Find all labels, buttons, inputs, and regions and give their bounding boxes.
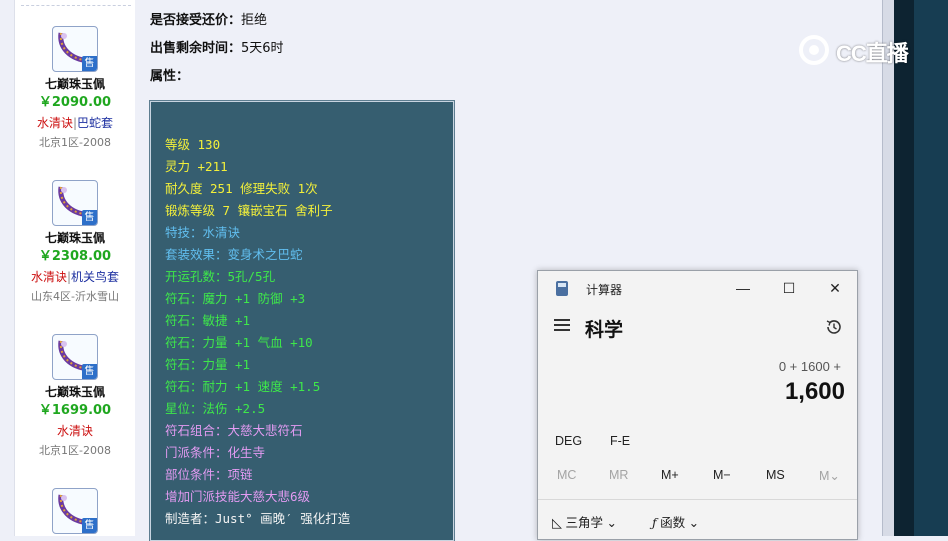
cc-logo-icon: [799, 35, 829, 65]
calculator-app-icon: [556, 281, 568, 296]
close-button[interactable]: ✕: [820, 277, 850, 299]
trigonometry-label: 三角学: [565, 516, 603, 530]
calculator-window[interactable]: 计算器 — ☐ ✕ 科学 0 + 1600 + 1,600 DEG F-E MC…: [537, 270, 858, 540]
calculator-title: 计算器: [586, 283, 623, 297]
minimize-button[interactable]: —: [728, 277, 758, 299]
item-price: ￥2308.00: [38, 249, 112, 264]
item-thumbnail[interactable]: 售: [52, 26, 98, 72]
calculator-mode: 科学: [585, 320, 624, 341]
item-listing-sidebar: 售 七巅珠玉佩 ￥2090.00 水清诀|巴蛇套 北京1区-2008 售 七巅珠…: [14, 0, 136, 536]
attribute-line: 灵力 +211: [165, 159, 228, 174]
triangle-ruler-icon: ◺: [552, 515, 562, 530]
attributes-heading: 属性：: [150, 65, 189, 84]
item-name[interactable]: 七巅珠玉佩: [15, 230, 135, 247]
attribute-line: 耐久度 251 修理失败 1次: [165, 181, 318, 196]
attribute-line: 符石：魔力 +1 防御 +3: [165, 291, 306, 306]
remaining-time-row: 出售剩余时间：5天6时: [150, 37, 284, 56]
attributes-label: 属性：: [150, 69, 190, 84]
attribute-line: 锻炼等级 7 镶嵌宝石 舍利子: [165, 203, 333, 218]
item-set-tag[interactable]: 机关鸟套: [71, 270, 119, 284]
memory-clear-button[interactable]: MC: [557, 468, 576, 482]
stream-side-panel: [914, 0, 948, 536]
divider: [21, 5, 131, 6]
attributes-box: 等级 130 灵力 +211 耐久度 251 修理失败 1次 锻炼等级 7 镶嵌…: [149, 100, 455, 541]
memory-subtract-button[interactable]: M−: [713, 468, 731, 482]
list-item[interactable]: 售 七巅珠玉佩 ￥1699.00 水清诀 北京1区-2008: [15, 334, 135, 461]
chevron-down-icon: ⌄: [688, 516, 700, 530]
attribute-line: 符石：耐力 +1 速度 +1.5: [165, 379, 321, 394]
trigonometry-dropdown[interactable]: ◺ 三角学 ⌄: [552, 512, 617, 531]
item-skill-tag[interactable]: 水清诀: [31, 270, 67, 284]
item-thumbnail[interactable]: 售: [52, 334, 98, 380]
sell-badge: 售: [82, 518, 97, 533]
maximize-button[interactable]: ☐: [774, 277, 804, 299]
attribute-line: 特技：水清诀: [165, 225, 241, 240]
bargain-value: 拒绝: [241, 13, 268, 28]
item-skill-tag[interactable]: 水清诀: [37, 116, 73, 130]
dark-border: [894, 0, 914, 536]
item-skill-tag[interactable]: 水清诀: [57, 424, 93, 438]
function-label: 函数: [660, 516, 686, 530]
memory-store-button[interactable]: MS: [766, 468, 785, 482]
attribute-line: 符石：敏捷 +1: [165, 313, 251, 328]
attribute-line: 等级 130: [165, 137, 221, 152]
item-thumbnail[interactable]: 售: [52, 180, 98, 226]
history-icon[interactable]: [824, 317, 844, 337]
divider: [538, 499, 857, 500]
item-tags: 水清诀|机关鸟套: [15, 267, 135, 287]
attribute-line: 符石组合：大慈大悲符石: [165, 423, 303, 438]
item-server: 北京1区-2008: [39, 444, 111, 457]
item-server: 北京1区-2008: [39, 136, 111, 149]
remaining-time-label: 出售剩余时间：: [150, 41, 242, 56]
item-tags: 水清诀|巴蛇套: [15, 113, 135, 133]
item-price: ￥2090.00: [38, 95, 112, 110]
item-tags: 水清诀: [15, 421, 135, 441]
calculator-result: 1,600: [784, 378, 845, 405]
attribute-line: 部位条件：项链: [165, 467, 253, 482]
sell-badge: 售: [82, 364, 97, 379]
item-thumbnail[interactable]: 售: [52, 488, 98, 534]
menu-icon[interactable]: [554, 319, 570, 331]
item-name[interactable]: 七巅珠玉佩: [15, 76, 135, 93]
attribute-line: 开运孔数：5孔/5孔: [165, 269, 276, 284]
sell-badge: 售: [82, 56, 97, 71]
attribute-line: 制造者：Just° 画晚′ 强化打造: [165, 511, 351, 526]
item-set-tag[interactable]: 巴蛇套: [77, 116, 113, 130]
fe-button[interactable]: F-E: [610, 434, 630, 448]
item-name[interactable]: 七巅珠玉佩: [15, 384, 135, 401]
calculator-expression: 0 + 1600 +: [778, 359, 841, 374]
function-dropdown[interactable]: ƒ 函数 ⌄: [652, 512, 699, 531]
watermark-text: CC直播: [836, 41, 909, 66]
deg-button[interactable]: DEG: [555, 434, 582, 448]
attribute-line: 套装效果：变身术之巴蛇: [165, 247, 303, 262]
sell-badge: 售: [82, 210, 97, 225]
remaining-time-value: 5天6时: [241, 41, 284, 56]
function-icon: ƒ: [652, 515, 657, 530]
attribute-line: 门派条件：化生寺: [165, 445, 266, 460]
attribute-line: 符石：力量 +1 气血 +10: [165, 335, 313, 350]
item-price: ￥1699.00: [38, 403, 112, 418]
chevron-down-icon: ⌄: [606, 516, 617, 530]
list-item[interactable]: 售 七巅珠玉佩 ￥2090.00 水清诀|巴蛇套 北京1区-2008: [15, 26, 135, 153]
memory-recall-button[interactable]: MR: [609, 468, 628, 482]
memory-add-button[interactable]: M+: [661, 468, 679, 482]
list-item[interactable]: 售: [15, 488, 135, 534]
attribute-line: 星位：法伤 +2.5: [165, 401, 266, 416]
attribute-line: 符石：力量 +1: [165, 357, 251, 372]
item-server: 山东4区-沂水雪山: [31, 290, 119, 303]
bargain-label: 是否接受还价：: [150, 13, 242, 28]
bargain-row: 是否接受还价：拒绝: [150, 9, 267, 28]
list-item[interactable]: 售 七巅珠玉佩 ￥2308.00 水清诀|机关鸟套 山东4区-沂水雪山: [15, 180, 135, 307]
memory-list-button[interactable]: M⌄: [819, 468, 840, 483]
attribute-line: 增加门派技能大慈大悲6级: [165, 489, 311, 504]
